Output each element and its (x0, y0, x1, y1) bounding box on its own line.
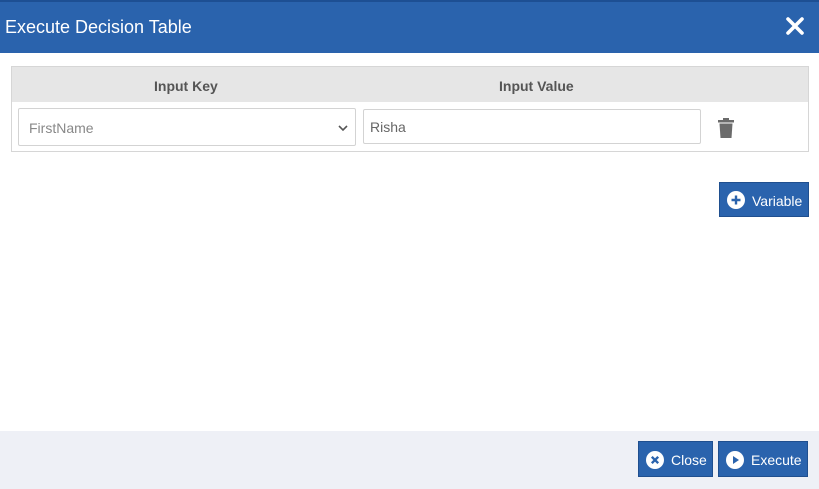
close-button[interactable]: Close (638, 441, 713, 477)
input-table: Input Key Input Value FirstName (11, 66, 809, 152)
x-circle-icon (646, 451, 664, 469)
input-key-selected-value: FirstName (29, 120, 94, 136)
column-header-input-key: Input Key (154, 78, 218, 94)
close-button-label: Close (671, 452, 707, 468)
table-header: Input Key Input Value (12, 67, 808, 102)
dialog-footer: Close Execute (0, 431, 819, 489)
plus-circle-icon (727, 191, 745, 209)
add-variable-button[interactable]: Variable (719, 182, 809, 217)
dialog-header: Execute Decision Table (0, 0, 819, 53)
execute-decision-table-dialog: Execute Decision Table Input Key Input V… (0, 0, 819, 489)
input-value-field[interactable] (363, 109, 701, 144)
execute-button[interactable]: Execute (718, 441, 808, 477)
column-header-input-value: Input Value (499, 78, 574, 94)
trash-icon[interactable] (718, 118, 734, 138)
close-icon[interactable] (783, 14, 807, 38)
dialog-title: Execute Decision Table (5, 17, 192, 37)
add-variable-label: Variable (752, 193, 803, 209)
chevron-down-icon (338, 125, 348, 132)
play-circle-icon (726, 451, 744, 469)
input-key-select[interactable]: FirstName (18, 108, 356, 146)
execute-button-label: Execute (751, 452, 802, 468)
